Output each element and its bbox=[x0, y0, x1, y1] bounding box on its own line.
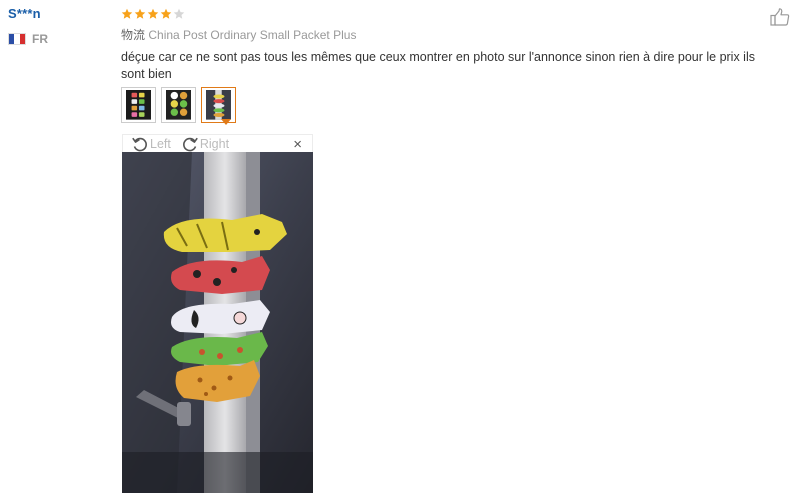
reviewer-name: S***n bbox=[8, 6, 41, 21]
rotate-right-label: Right bbox=[199, 136, 230, 151]
star-filled-icon bbox=[147, 8, 159, 19]
active-thumbnail-indicator bbox=[221, 119, 231, 125]
rotate-right-button[interactable]: Right bbox=[171, 135, 229, 153]
shipping-info: 物流 China Post Ordinary Small Packet Plus bbox=[121, 26, 781, 43]
thumbnail-image bbox=[166, 90, 191, 120]
star-rating bbox=[121, 6, 781, 21]
review-comment: déçue car ce ne sont pas tous les mêmes … bbox=[121, 50, 755, 81]
viewer-toolbar: Left Right × bbox=[122, 134, 313, 153]
rotate-left-icon bbox=[132, 137, 147, 151]
reviewer-info: S***n FR bbox=[8, 6, 108, 46]
star-filled-icon bbox=[160, 8, 172, 19]
star-filled-icon bbox=[134, 8, 146, 19]
country-code: FR bbox=[32, 32, 48, 46]
review-photo bbox=[122, 152, 313, 493]
rotate-right-icon bbox=[182, 137, 198, 151]
photo-thumbnails bbox=[121, 87, 781, 123]
rotate-left-button[interactable]: Left bbox=[123, 135, 171, 153]
close-icon[interactable]: × bbox=[293, 136, 302, 153]
image-viewer: Left Right × bbox=[122, 134, 313, 493]
star-empty-icon bbox=[173, 8, 185, 19]
reviewer-country: FR bbox=[8, 32, 108, 46]
thumbnail-image bbox=[126, 90, 151, 120]
france-flag-icon bbox=[8, 33, 26, 45]
thumbnail-image bbox=[206, 90, 231, 120]
shipping-label: 物流 bbox=[121, 28, 146, 42]
photo-thumbnail-1[interactable] bbox=[121, 87, 156, 123]
rotate-left-label: Left bbox=[150, 136, 171, 151]
photo-thumbnail-3[interactable] bbox=[201, 87, 236, 123]
photo-thumbnail-2[interactable] bbox=[161, 87, 196, 123]
star-filled-icon bbox=[121, 8, 133, 19]
review-body: 物流 China Post Ordinary Small Packet Plus… bbox=[121, 6, 781, 123]
shipping-method: China Post Ordinary Small Packet Plus bbox=[148, 28, 357, 42]
